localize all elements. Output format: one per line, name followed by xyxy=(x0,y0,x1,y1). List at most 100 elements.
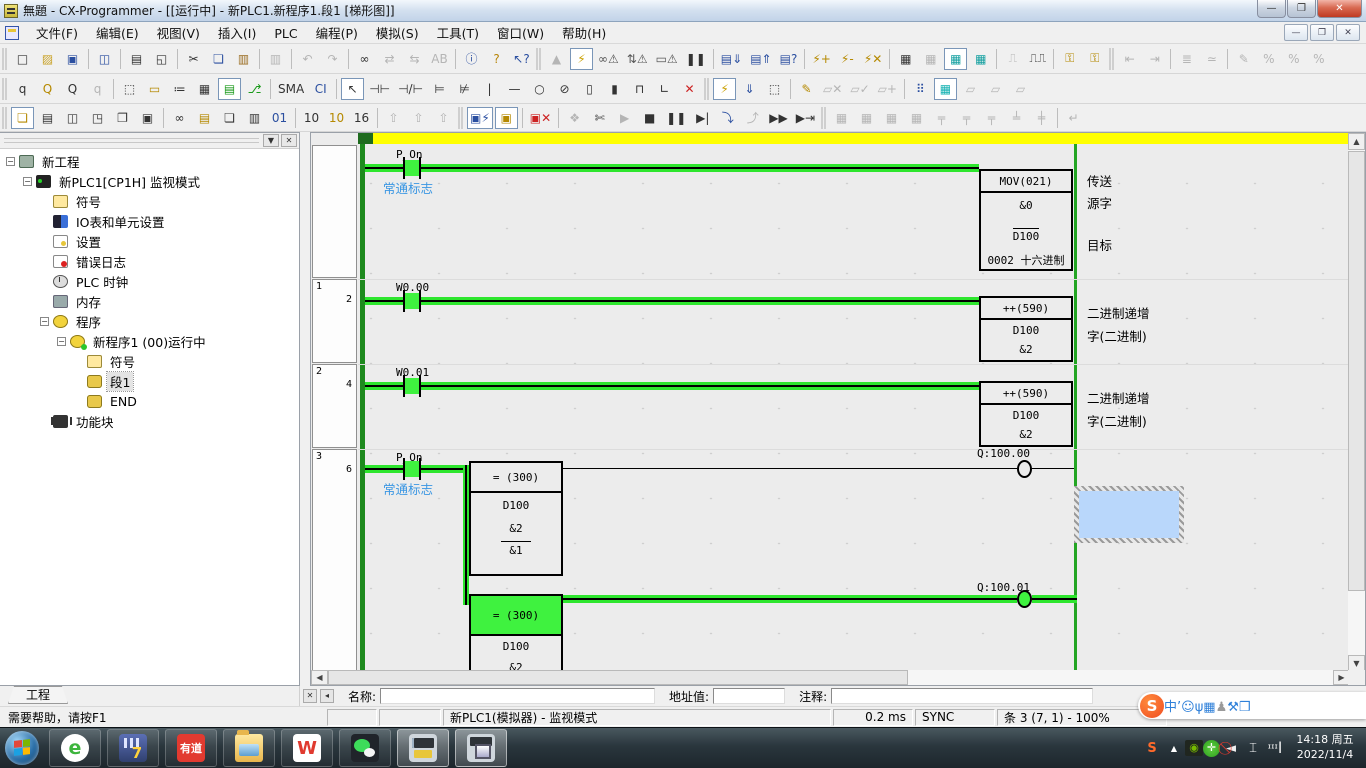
simulator-online-button[interactable]: ▣ xyxy=(495,107,518,129)
grid-edit-button[interactable]: ⬚ xyxy=(763,78,786,100)
edit-rung-comment-button[interactable]: ✎ xyxy=(795,78,818,100)
tree-expander[interactable]: − xyxy=(40,317,49,326)
scroll-left-button[interactable]: ◀ xyxy=(311,670,328,685)
sheet-z-button[interactable]: ▱ xyxy=(959,78,982,100)
help-topics-button[interactable]: ? xyxy=(485,48,508,70)
vertical-line-button[interactable]: | xyxy=(478,78,501,100)
address-reference-button[interactable]: ⇄ xyxy=(378,48,401,70)
contact-p-on[interactable] xyxy=(403,157,421,179)
sogou-skin-icon[interactable]: ♟ xyxy=(1216,700,1228,715)
zoom-in-button[interactable]: Q xyxy=(36,78,59,100)
undo-button[interactable]: ↶ xyxy=(296,48,319,70)
tray-expand-icon[interactable]: ▲ xyxy=(1163,744,1185,753)
net-node-3-button[interactable]: ╤ xyxy=(980,107,1003,129)
tree-item-END[interactable]: END xyxy=(0,391,299,411)
open-project-button[interactable]: ▨ xyxy=(36,48,59,70)
edit-insert-button[interactable]: ▱+ xyxy=(875,78,900,100)
new-closed-coil-button[interactable]: ⊘ xyxy=(553,78,576,100)
panel-close-button[interactable]: ✕ xyxy=(281,134,297,147)
sogou-voice-icon[interactable]: ψ xyxy=(1195,700,1204,715)
rung-margin-3[interactable]: 3 6 xyxy=(312,449,357,671)
taskbar-360-browser[interactable]: e xyxy=(49,729,101,767)
taskbar-clock[interactable]: 14:18 周五 2022/11/4 xyxy=(1290,733,1360,763)
rung-margin-2[interactable]: 2 4 xyxy=(312,364,357,448)
sogou-more-icon[interactable]: ❒ xyxy=(1239,700,1251,715)
memory-window-button[interactable]: 01 xyxy=(268,107,291,129)
online-edit-begin-button[interactable]: ✎ xyxy=(1232,48,1255,70)
address-input[interactable] xyxy=(713,688,785,704)
menu-1[interactable]: 编辑(E) xyxy=(87,24,148,43)
compile-button[interactable]: ▲ xyxy=(545,48,568,70)
print-preview-document-button[interactable]: ◫ xyxy=(93,48,116,70)
new-instruction-button[interactable]: ▯ xyxy=(578,78,601,100)
continuous-step-run-button[interactable]: ▶▶ xyxy=(766,107,790,129)
contact-w0-00[interactable] xyxy=(403,290,421,312)
tab-project[interactable]: 工程 xyxy=(8,686,68,704)
menu-4[interactable]: PLC xyxy=(265,24,306,43)
mdi-minimize-button[interactable]: — xyxy=(1284,24,1308,41)
about-button[interactable]: ⓘ xyxy=(460,48,483,70)
redo-button[interactable]: ↷ xyxy=(321,48,344,70)
online-edit-send-button[interactable]: % xyxy=(1257,48,1280,70)
monitor-warning-button[interactable]: ▭⚠ xyxy=(653,48,681,70)
monitor-in-rung-button[interactable]: ▦ xyxy=(193,78,216,100)
contact-p-on-2[interactable] xyxy=(403,458,421,480)
contact-w0-01[interactable] xyxy=(403,375,421,397)
compare-box-1[interactable]: = (300) D100 &2 &1 xyxy=(469,461,563,576)
exit-simulator-button[interactable]: ▣✕ xyxy=(527,107,554,129)
coil-q-100-01[interactable] xyxy=(1017,590,1032,608)
sogou-lang-cn-icon[interactable]: 中 xyxy=(1164,700,1177,715)
symbol-table-button[interactable]: SMA xyxy=(275,78,307,100)
sogou-emoji-icon[interactable]: ☺ xyxy=(1181,700,1195,715)
new-contact-button[interactable]: ⊣⊢ xyxy=(366,78,393,100)
taskbar-youdao[interactable]: 有道 xyxy=(165,729,217,767)
vertical-scroll-thumb[interactable] xyxy=(1348,151,1365,591)
instruction-increment-2[interactable]: ++(590) D100 &2 xyxy=(979,381,1073,447)
compare-with-plc-button[interactable]: ▤? xyxy=(777,48,801,70)
sheet-x-button[interactable]: ▱ xyxy=(984,78,1007,100)
monitor-signed-decimal-button[interactable]: 10 xyxy=(325,107,348,129)
new-or-contact-button[interactable]: ⊨ xyxy=(428,78,451,100)
io-monitor-2-button[interactable]: ▦ xyxy=(855,107,878,129)
find-button[interactable]: ∞ xyxy=(353,48,376,70)
io-comment-view-button[interactable]: CI xyxy=(309,78,332,100)
menu-9[interactable]: 帮助(H) xyxy=(553,24,615,43)
window-find-button[interactable]: ◳ xyxy=(86,107,109,129)
tree-item-程序[interactable]: −程序 xyxy=(0,311,299,331)
start-button[interactable] xyxy=(3,729,43,767)
coil-q-100-00[interactable] xyxy=(1017,460,1032,478)
rung-margin-0[interactable] xyxy=(312,145,357,278)
horizontal-line-button[interactable]: — xyxy=(503,78,526,100)
release-protect-button[interactable]: ⚿ xyxy=(1083,48,1106,70)
copy-button[interactable]: ❏ xyxy=(207,48,230,70)
taskbar-cx-simulator[interactable] xyxy=(455,729,507,767)
menu-5[interactable]: 编程(P) xyxy=(307,24,367,43)
tree-item-新程序1 (00)运行中[interactable]: −新程序1 (00)运行中 xyxy=(0,331,299,351)
io-monitor-4-button[interactable]: ▦ xyxy=(905,107,928,129)
toolbar-handle[interactable] xyxy=(2,78,7,100)
monitor-data-display-button[interactable]: ▦ xyxy=(944,48,967,70)
menu-8[interactable]: 窗口(W) xyxy=(488,24,553,43)
io-monitor-3-button[interactable]: ▦ xyxy=(880,107,903,129)
new-or-closed-contact-button[interactable]: ⊭ xyxy=(453,78,476,100)
instruction-mov[interactable]: MOV(021) &0 D100 0002 十六进制 xyxy=(979,169,1073,271)
comment-input[interactable] xyxy=(831,688,1093,704)
menu-6[interactable]: 模拟(S) xyxy=(367,24,428,43)
taskbar-cad[interactable]: 7 xyxy=(107,729,159,767)
sogou-toolbox-icon[interactable]: ⚒ xyxy=(1227,700,1239,715)
zoom-out-button[interactable]: Q xyxy=(61,78,84,100)
compare-box-2[interactable]: = (300) D100 &2 xyxy=(469,594,563,672)
name-input[interactable] xyxy=(380,688,655,704)
line-connect-button[interactable]: ∟ xyxy=(653,78,676,100)
select-mode-button[interactable]: ↖ xyxy=(341,78,364,100)
minimize-button[interactable]: — xyxy=(1257,0,1286,18)
cross-reference-button[interactable]: ∞ xyxy=(168,107,191,129)
watch-window-2-button[interactable]: ▦ xyxy=(919,48,942,70)
toolbar-handle[interactable] xyxy=(2,48,7,70)
online-edit-cancel-button[interactable]: % xyxy=(1282,48,1305,70)
tree-item-PLC 时钟[interactable]: PLC 时钟 xyxy=(0,271,299,291)
line-delete-button[interactable]: ✕ xyxy=(678,78,701,100)
new-closed-contact-button[interactable]: ⊣/⊢ xyxy=(395,78,426,100)
watch-window-button[interactable]: ▦ xyxy=(894,48,917,70)
menu-3[interactable]: 插入(I) xyxy=(209,24,265,43)
